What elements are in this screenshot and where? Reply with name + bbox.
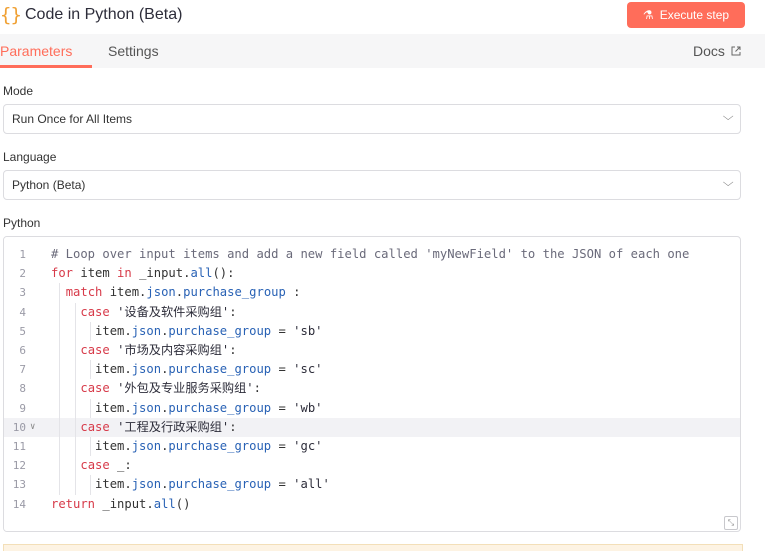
mode-value: Run Once for All Items	[12, 112, 133, 126]
code-text: item.json.purchase_group = 'sc'	[51, 362, 323, 377]
python-label: Python	[3, 216, 41, 230]
line-number: 10	[12, 420, 26, 434]
code-line[interactable]: 4 case '设备及软件采购组':	[4, 303, 740, 322]
tab-parameters[interactable]: Parameters	[0, 43, 72, 59]
indent-guide	[90, 475, 91, 495]
code-text: case '设备及软件采购组':	[80, 304, 237, 319]
code-line[interactable]: 13 item.json.purchase_group = 'all'	[4, 475, 740, 494]
docs-label: Docs	[693, 43, 725, 59]
code-line[interactable]: 14 return _input.all()	[4, 495, 740, 514]
line-number: 4	[19, 305, 26, 319]
code-line[interactable]: 6 case '市场及内容采购组':	[4, 341, 740, 360]
execute-step-button[interactable]: ⚗ Execute step	[627, 2, 745, 28]
line-number: 7	[19, 363, 26, 377]
resize-handle-icon[interactable]: ⤡	[724, 516, 738, 530]
code-text: return _input.all()	[51, 496, 191, 511]
code-text: case '外包及专业服务采购组':	[80, 381, 261, 396]
code-text: for item in _input.all():	[51, 266, 235, 281]
code-editor[interactable]: 1 # Loop over input items and add a new f…	[3, 236, 741, 532]
line-number: 8	[19, 382, 26, 396]
code-line[interactable]: 10 ∨ case '工程及行政采购组':	[4, 417, 740, 437]
line-number: 3	[19, 286, 26, 300]
indent-guide	[90, 437, 91, 457]
flask-icon: ⚗	[642, 8, 654, 22]
line-number: 14	[12, 497, 26, 511]
execute-step-label: Execute step	[659, 8, 730, 22]
code-line[interactable]: 8 case '外包及专业服务采购组':	[4, 379, 740, 398]
external-link-icon	[731, 46, 741, 56]
code-line[interactable]: 5 item.json.purchase_group = 'sb'	[4, 322, 740, 341]
docs-link[interactable]: Docs	[693, 43, 741, 59]
code-text: # Loop over input items and add a new fi…	[51, 247, 690, 261]
chevron-down-icon: ⌵	[722, 177, 734, 189]
code-text: match item.json.purchase_group :	[65, 285, 301, 300]
tab-settings[interactable]: Settings	[108, 43, 159, 59]
fold-chevron-icon[interactable]: ∨	[30, 418, 35, 437]
code-text: case '市场及内容采购组':	[80, 343, 237, 357]
line-number: 6	[19, 344, 26, 357]
code-text: case _:	[80, 458, 132, 473]
language-select[interactable]: Python (Beta) ⌵	[3, 170, 741, 200]
mode-select[interactable]: Run Once for All Items ⌵	[3, 104, 741, 134]
code-line[interactable]: 12 case _:	[4, 456, 740, 475]
code-line[interactable]: 2 for item in _input.all():	[4, 264, 740, 283]
indent-guide	[59, 283, 60, 495]
code-text: item.json.purchase_group = 'gc'	[51, 439, 323, 453]
code-text: item.json.purchase_group = 'all'	[51, 477, 330, 492]
code-line[interactable]: 1 # Loop over input items and add a new f…	[4, 245, 740, 264]
code-text: item.json.purchase_group = 'sb'	[51, 323, 323, 338]
mode-label: Mode	[3, 84, 34, 98]
node-header: {} Code in Python (Beta) ⚗ Execute step	[0, 0, 765, 32]
code-line[interactable]: 9 item.json.purchase_group = 'wb'	[4, 399, 740, 418]
line-number: 11	[12, 440, 26, 453]
line-number: 2	[19, 267, 26, 281]
indent-guide	[90, 398, 91, 418]
code-text: case '工程及行政采购组':	[80, 419, 237, 434]
language-label: Language	[3, 150, 57, 164]
line-number: 1	[19, 248, 26, 261]
indent-guide	[75, 302, 76, 495]
line-number: 5	[19, 324, 26, 338]
line-number: 12	[12, 459, 26, 473]
curly-braces-icon: {}	[0, 4, 22, 26]
code-line[interactable]: 11 item.json.purchase_group = 'gc'	[4, 437, 740, 456]
code-line[interactable]: 7 item.json.purchase_group = 'sc'	[4, 360, 740, 379]
code-line[interactable]: 3 match item.json.purchase_group :	[4, 283, 740, 302]
language-value: Python (Beta)	[12, 178, 86, 192]
line-number: 13	[12, 478, 26, 492]
chevron-down-icon: ⌵	[722, 111, 734, 123]
tab-bar: Parameters Settings Docs	[0, 34, 765, 68]
line-number: 9	[19, 401, 26, 415]
node-title: Code in Python (Beta)	[25, 6, 183, 23]
code-text: item.json.purchase_group = 'wb'	[51, 400, 323, 415]
indent-guide	[90, 360, 91, 380]
indent-guide	[90, 321, 91, 341]
